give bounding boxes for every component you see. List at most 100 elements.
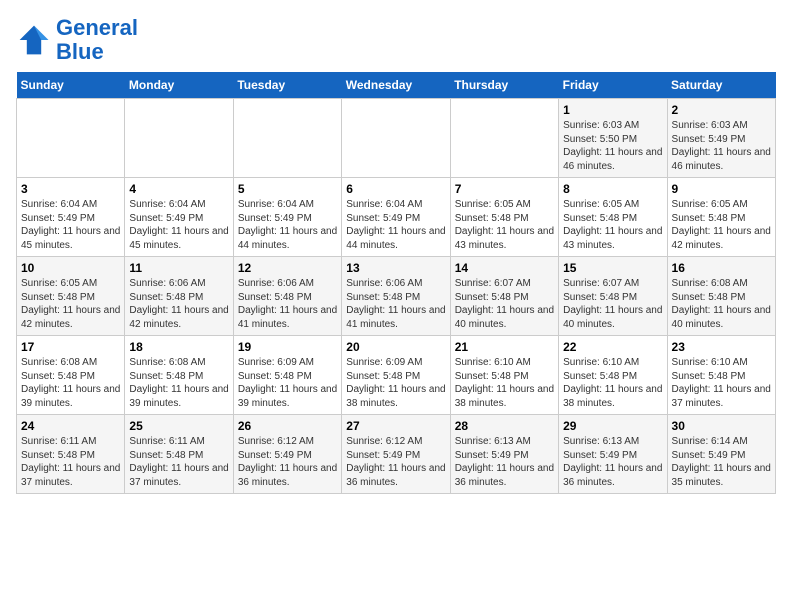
day-cell: 23 Sunrise: 6:10 AM Sunset: 5:48 PM Dayli… [667, 336, 775, 415]
day-cell: 11 Sunrise: 6:06 AM Sunset: 5:48 PM Dayli… [125, 257, 233, 336]
day-cell: 4 Sunrise: 6:04 AM Sunset: 5:49 PM Daylig… [125, 178, 233, 257]
day-cell [342, 99, 450, 178]
day-info: Sunrise: 6:08 AM Sunset: 5:48 PM Dayligh… [21, 356, 120, 410]
weekday-header-sunday: Sunday [17, 72, 125, 99]
day-cell: 3 Sunrise: 6:04 AM Sunset: 5:49 PM Daylig… [17, 178, 125, 257]
day-number: 20 [346, 340, 445, 354]
day-number: 7 [455, 182, 554, 196]
day-cell: 8 Sunrise: 6:05 AM Sunset: 5:48 PM Daylig… [559, 178, 667, 257]
day-info: Sunrise: 6:06 AM Sunset: 5:48 PM Dayligh… [346, 277, 445, 331]
day-cell: 18 Sunrise: 6:08 AM Sunset: 5:48 PM Dayli… [125, 336, 233, 415]
day-number: 13 [346, 261, 445, 275]
day-cell: 21Sunrise: 6:10 AM Sunset: 5:48 PM Dayli… [450, 336, 558, 415]
day-cell: 14 Sunrise: 6:07 AM Sunset: 5:48 PM Dayli… [450, 257, 558, 336]
day-cell: 9 Sunrise: 6:05 AM Sunset: 5:48 PM Daylig… [667, 178, 775, 257]
day-cell: 6Sunrise: 6:04 AM Sunset: 5:49 PM Daylig… [342, 178, 450, 257]
calendar-table: SundayMondayTuesdayWednesdayThursdayFrid… [16, 72, 776, 494]
day-info: Sunrise: 6:08 AM Sunset: 5:48 PM Dayligh… [129, 356, 228, 410]
day-info: Sunrise: 6:04 AM Sunset: 5:49 PM Dayligh… [21, 198, 120, 252]
day-cell: 26 Sunrise: 6:12 AM Sunset: 5:49 PM Dayli… [233, 415, 341, 494]
page-header: General Blue [16, 16, 776, 64]
day-info: Sunrise: 6:09 AM Sunset: 5:48 PM Dayligh… [346, 356, 445, 410]
day-info: Sunrise: 6:03 AM Sunset: 5:49 PM Dayligh… [672, 119, 771, 173]
day-info: Sunrise: 6:04 AM Sunset: 5:49 PM Dayligh… [238, 198, 337, 252]
day-cell: 15 Sunrise: 6:07 AM Sunset: 5:48 PM Dayli… [559, 257, 667, 336]
day-info: Sunrise: 6:05 AM Sunset: 5:48 PM Dayligh… [672, 198, 771, 252]
week-row-2: 3 Sunrise: 6:04 AM Sunset: 5:49 PM Daylig… [17, 178, 776, 257]
day-cell: 25 Sunrise: 6:11 AM Sunset: 5:48 PM Dayli… [125, 415, 233, 494]
day-number: 9 [672, 182, 771, 196]
day-number: 15 [563, 261, 662, 275]
day-cell [450, 99, 558, 178]
day-number: 22 [563, 340, 662, 354]
day-cell: 19 Sunrise: 6:09 AM Sunset: 5:48 PM Dayli… [233, 336, 341, 415]
day-number: 11 [129, 261, 228, 275]
day-number: 18 [129, 340, 228, 354]
day-cell: 27 Sunrise: 6:12 AM Sunset: 5:49 PM Dayli… [342, 415, 450, 494]
day-info: Sunrise: 6:11 AM Sunset: 5:48 PM Dayligh… [129, 435, 228, 489]
day-info: Sunrise: 6:07 AM Sunset: 5:48 PM Dayligh… [455, 277, 554, 331]
day-info: Sunrise: 6:13 AM Sunset: 5:49 PM Dayligh… [563, 435, 662, 489]
weekday-header-thursday: Thursday [450, 72, 558, 99]
day-number: 6 [346, 182, 445, 196]
logo: General Blue [16, 16, 138, 64]
day-info: Sunrise: 6:10 AM Sunset: 5:48 PM Dayligh… [455, 356, 554, 410]
day-info: Sunrise: 6:10 AM Sunset: 5:48 PM Dayligh… [563, 356, 662, 410]
calendar-body: 1 Sunrise: 6:03 AM Sunset: 5:50 PM Daylig… [17, 99, 776, 494]
day-info: Sunrise: 6:14 AM Sunset: 5:49 PM Dayligh… [672, 435, 771, 489]
day-cell: 29 Sunrise: 6:13 AM Sunset: 5:49 PM Dayli… [559, 415, 667, 494]
day-cell: 16 Sunrise: 6:08 AM Sunset: 5:48 PM Dayli… [667, 257, 775, 336]
day-number: 30 [672, 419, 771, 433]
day-cell [17, 99, 125, 178]
day-cell [233, 99, 341, 178]
day-info: Sunrise: 6:08 AM Sunset: 5:48 PM Dayligh… [672, 277, 771, 331]
day-number: 17 [21, 340, 120, 354]
day-number: 24 [21, 419, 120, 433]
day-info: Sunrise: 6:09 AM Sunset: 5:48 PM Dayligh… [238, 356, 337, 410]
day-number: 2 [672, 103, 771, 117]
day-number: 10 [21, 261, 120, 275]
day-info: Sunrise: 6:07 AM Sunset: 5:48 PM Dayligh… [563, 277, 662, 331]
day-info: Sunrise: 6:05 AM Sunset: 5:48 PM Dayligh… [563, 198, 662, 252]
day-cell: 30 Sunrise: 6:14 AM Sunset: 5:49 PM Dayli… [667, 415, 775, 494]
day-info: Sunrise: 6:05 AM Sunset: 5:48 PM Dayligh… [21, 277, 120, 331]
weekday-header-wednesday: Wednesday [342, 72, 450, 99]
day-number: 5 [238, 182, 337, 196]
week-row-3: 10 Sunrise: 6:05 AM Sunset: 5:48 PM Dayli… [17, 257, 776, 336]
day-number: 23 [672, 340, 771, 354]
day-info: Sunrise: 6:03 AM Sunset: 5:50 PM Dayligh… [563, 119, 662, 173]
day-number: 26 [238, 419, 337, 433]
day-number: 25 [129, 419, 228, 433]
day-number: 14 [455, 261, 554, 275]
day-number: 16 [672, 261, 771, 275]
day-cell: 1 Sunrise: 6:03 AM Sunset: 5:50 PM Daylig… [559, 99, 667, 178]
day-number: 1 [563, 103, 662, 117]
day-info: Sunrise: 6:12 AM Sunset: 5:49 PM Dayligh… [238, 435, 337, 489]
day-number: 19 [238, 340, 337, 354]
day-info: Sunrise: 6:04 AM Sunset: 5:49 PM Dayligh… [129, 198, 228, 252]
day-number: 12 [238, 261, 337, 275]
weekday-header-saturday: Saturday [667, 72, 775, 99]
day-cell: 22 Sunrise: 6:10 AM Sunset: 5:48 PM Dayli… [559, 336, 667, 415]
day-number: 3 [21, 182, 120, 196]
day-number: 4 [129, 182, 228, 196]
week-row-1: 1 Sunrise: 6:03 AM Sunset: 5:50 PM Daylig… [17, 99, 776, 178]
week-row-5: 24 Sunrise: 6:11 AM Sunset: 5:48 PM Dayli… [17, 415, 776, 494]
logo-text: General Blue [56, 16, 138, 64]
day-number: 27 [346, 419, 445, 433]
day-cell: 24Sunrise: 6:11 AM Sunset: 5:48 PM Dayli… [17, 415, 125, 494]
day-number: 29 [563, 419, 662, 433]
day-cell: 12Sunrise: 6:06 AM Sunset: 5:48 PM Dayli… [233, 257, 341, 336]
day-cell [125, 99, 233, 178]
day-number: 28 [455, 419, 554, 433]
weekday-header-row: SundayMondayTuesdayWednesdayThursdayFrid… [17, 72, 776, 99]
day-info: Sunrise: 6:06 AM Sunset: 5:48 PM Dayligh… [129, 277, 228, 331]
day-info: Sunrise: 6:10 AM Sunset: 5:48 PM Dayligh… [672, 356, 771, 410]
day-number: 8 [563, 182, 662, 196]
weekday-header-tuesday: Tuesday [233, 72, 341, 99]
day-info: Sunrise: 6:05 AM Sunset: 5:48 PM Dayligh… [455, 198, 554, 252]
day-info: Sunrise: 6:12 AM Sunset: 5:49 PM Dayligh… [346, 435, 445, 489]
day-cell: 28Sunrise: 6:13 AM Sunset: 5:49 PM Dayli… [450, 415, 558, 494]
week-row-4: 17 Sunrise: 6:08 AM Sunset: 5:48 PM Dayli… [17, 336, 776, 415]
day-cell: 17 Sunrise: 6:08 AM Sunset: 5:48 PM Dayli… [17, 336, 125, 415]
